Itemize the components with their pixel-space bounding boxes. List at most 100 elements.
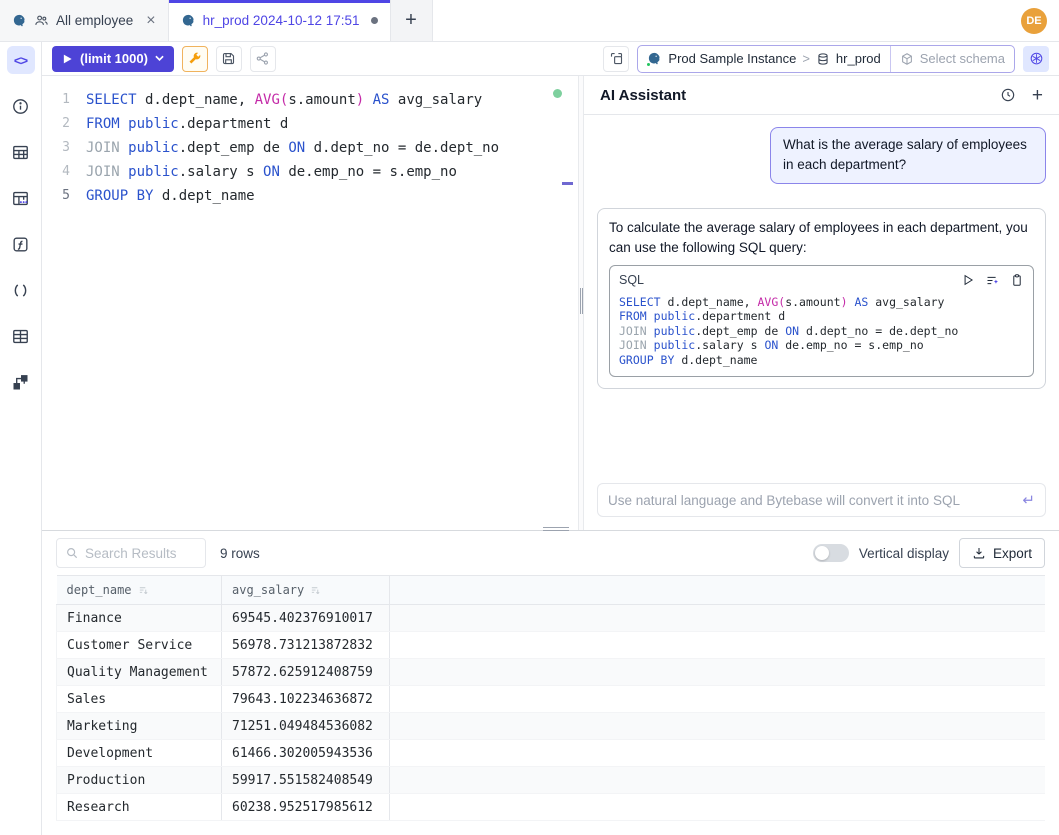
code-line[interactable]: 4JOIN public.salary s ON de.emp_no = s.e… xyxy=(42,160,578,184)
run-code-icon[interactable] xyxy=(961,273,975,287)
postgres-icon xyxy=(181,13,196,28)
table-row[interactable]: Production59917.551582408549 xyxy=(57,767,1046,794)
column-header-dept-name[interactable]: dept_name xyxy=(57,576,222,605)
code-line[interactable]: 2FROM public.department d xyxy=(42,112,578,136)
table-row[interactable]: Marketing71251.049484536082 xyxy=(57,713,1046,740)
table-row[interactable]: Customer Service56978.731213872832 xyxy=(57,632,1046,659)
vertical-display-toggle[interactable] xyxy=(813,544,849,562)
code-language-label: SQL xyxy=(619,271,644,290)
save-sheet-button[interactable] xyxy=(216,46,242,72)
results-tbody: Finance69545.402376910017Customer Servic… xyxy=(57,605,1046,821)
switch-connection-button[interactable] xyxy=(603,46,629,72)
run-query-button[interactable]: (limit 1000) xyxy=(52,46,174,72)
instance-database-selector[interactable]: Prod Sample Instance > hr_prod xyxy=(638,46,889,72)
share-button[interactable] xyxy=(250,46,276,72)
sidebar-item-info[interactable] xyxy=(7,92,35,120)
table-cell[interactable]: 69545.402376910017 xyxy=(222,605,390,632)
code-line: JOIN public.salary s ON de.emp_no = s.em… xyxy=(619,338,1024,353)
table-cell[interactable]: 61466.302005943536 xyxy=(222,740,390,767)
table-cell[interactable]: 56978.731213872832 xyxy=(222,632,390,659)
export-button[interactable]: Export xyxy=(959,538,1045,568)
ai-response: To calculate the average salary of emplo… xyxy=(597,208,1046,390)
ai-code-block: SQL xyxy=(609,265,1034,377)
table-cell-filler xyxy=(390,605,1046,632)
tab-hr-prod[interactable]: hr_prod 2024-10-12 17:51 xyxy=(169,0,391,41)
table-row[interactable]: Finance69545.402376910017 xyxy=(57,605,1046,632)
database-icon xyxy=(816,52,830,66)
table-cell[interactable]: Research xyxy=(57,794,222,821)
wrench-icon xyxy=(187,51,202,66)
table-cell[interactable]: 79643.102234636872 xyxy=(222,686,390,713)
download-icon xyxy=(972,546,986,560)
cube-icon xyxy=(900,52,914,66)
sidebar-item-procedures[interactable] xyxy=(7,276,35,304)
line-number: 4 xyxy=(42,160,86,184)
schema-diagram-icon xyxy=(11,373,30,392)
table-row[interactable]: Sales79643.102234636872 xyxy=(57,686,1046,713)
table-cell[interactable]: Marketing xyxy=(57,713,222,740)
table-icon xyxy=(11,143,30,162)
new-chat-button[interactable]: + xyxy=(1032,86,1043,105)
schema-placeholder: Select schema xyxy=(920,51,1005,66)
column-header-avg-salary[interactable]: avg_salary xyxy=(222,576,390,605)
sidebar-item-schema-diagram[interactable] xyxy=(7,368,35,396)
table-grid-icon xyxy=(11,327,30,346)
search-results-input[interactable] xyxy=(85,546,197,561)
table-cell[interactable]: Production xyxy=(57,767,222,794)
ai-input-container: ↵ xyxy=(597,483,1046,517)
tab-all-employee[interactable]: All employee × xyxy=(0,0,169,41)
format-sql-button[interactable] xyxy=(182,46,208,72)
results-table: dept_name avg_salary xyxy=(42,575,1059,835)
code-line[interactable]: 5GROUP BY d.dept_name xyxy=(42,184,578,208)
panel-divider-vertical[interactable] xyxy=(578,76,584,530)
table-cell-filler xyxy=(390,713,1046,740)
new-tab-button[interactable]: + xyxy=(391,0,433,41)
code-line[interactable]: 3JOIN public.dept_emp de ON d.dept_no = … xyxy=(42,136,578,160)
people-icon xyxy=(34,13,49,28)
left-sidebar: <> xyxy=(0,42,42,835)
breadcrumb-separator: > xyxy=(802,51,810,66)
copy-icon[interactable] xyxy=(1010,273,1024,287)
postgres-icon xyxy=(647,51,662,66)
sidebar-item-data-masking[interactable] xyxy=(7,184,35,212)
table-cell[interactable]: 57872.625912408759 xyxy=(222,659,390,686)
insert-into-editor-icon[interactable] xyxy=(985,273,1000,288)
save-icon xyxy=(221,51,236,66)
sidebar-item-external-tables[interactable] xyxy=(7,322,35,350)
table-row[interactable]: Development61466.302005943536 xyxy=(57,740,1046,767)
table-cell[interactable]: Sales xyxy=(57,686,222,713)
ai-assistant-button[interactable] xyxy=(1023,46,1049,72)
table-cell[interactable]: Customer Service xyxy=(57,632,222,659)
sql-editor-lines: 1SELECT d.dept_name, AVG(s.amount) AS av… xyxy=(42,88,578,208)
table-cell[interactable]: Finance xyxy=(57,605,222,632)
table-row[interactable]: Quality Management57872.625912408759 xyxy=(57,659,1046,686)
table-cell-filler xyxy=(390,659,1046,686)
editor-scrollbar[interactable] xyxy=(562,182,573,185)
code-line[interactable]: 1SELECT d.dept_name, AVG(s.amount) AS av… xyxy=(42,88,578,112)
table-cell[interactable]: 60238.952517985612 xyxy=(222,794,390,821)
table-cell-filler xyxy=(390,767,1046,794)
sidebar-item-tables[interactable] xyxy=(7,138,35,166)
table-cell[interactable]: 59917.551582408549 xyxy=(222,767,390,794)
line-number: 5 xyxy=(42,184,86,208)
history-icon[interactable] xyxy=(1000,87,1016,103)
code-line: JOIN public.dept_emp de ON d.dept_no = d… xyxy=(619,324,1024,339)
submit-return-icon[interactable]: ↵ xyxy=(1022,491,1035,509)
ai-assistant-panel: AI Assistant + What is the average salar… xyxy=(584,76,1059,530)
table-cell-filler xyxy=(390,794,1046,821)
user-avatar[interactable]: DE xyxy=(1021,8,1047,34)
schema-selector[interactable]: Select schema xyxy=(890,46,1014,72)
sql-editor[interactable]: 1SELECT d.dept_name, AVG(s.amount) AS av… xyxy=(42,76,578,530)
panel-divider-horizontal[interactable] xyxy=(543,525,569,533)
table-row[interactable]: Research60238.952517985612 xyxy=(57,794,1046,821)
tab-label: All employee xyxy=(56,13,133,28)
table-cell[interactable]: 71251.049484536082 xyxy=(222,713,390,740)
sidebar-item-functions[interactable] xyxy=(7,230,35,258)
table-cell[interactable]: Quality Management xyxy=(57,659,222,686)
ai-prompt-input[interactable] xyxy=(608,493,1014,508)
code-line: SELECT d.dept_name, AVG(s.amount) AS avg… xyxy=(619,295,1024,310)
table-cell[interactable]: Development xyxy=(57,740,222,767)
results-panel: 9 rows Vertical display Export dept_ xyxy=(42,530,1059,835)
close-icon[interactable]: × xyxy=(146,13,155,29)
sidebar-item-sql-editor[interactable]: <> xyxy=(7,46,35,74)
